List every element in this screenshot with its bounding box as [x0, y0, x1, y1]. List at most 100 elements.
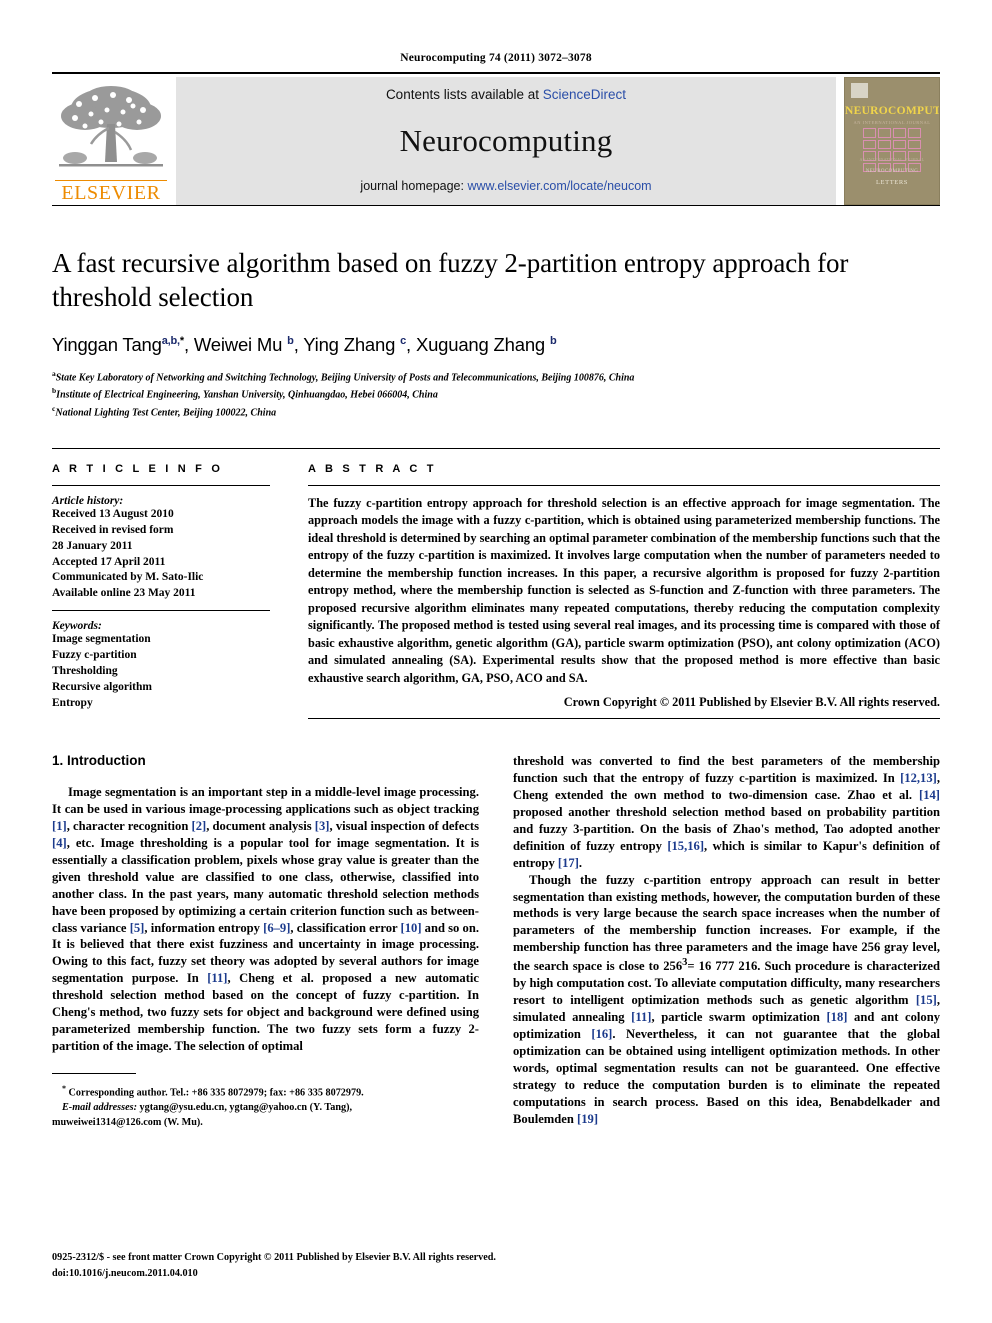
affiliation-item: bInstitute of Electrical Engineering, Ya… — [52, 385, 940, 402]
footer-issn-line: 0925-2312/$ - see front matter Crown Cop… — [52, 1252, 496, 1264]
abstract-heading: A B S T R A C T — [308, 463, 437, 476]
body-columns: 1. Introduction Image segmentation is an… — [52, 753, 940, 1131]
author-affil-mark: c — [400, 334, 407, 347]
page-footer: 0925-2312/$ - see front matter Crown Cop… — [52, 1250, 940, 1281]
citation-ref[interactable]: [12,13] — [900, 771, 937, 785]
cover-grid-graphic — [863, 128, 921, 172]
author-affil-mark: a,b, — [161, 334, 180, 347]
paragraph-fragment: . — [578, 855, 583, 870]
affiliation-item: aState Key Laboratory of Networking and … — [52, 368, 940, 385]
citation-ref[interactable]: [17] — [558, 856, 579, 870]
info-abstract-section: A R T I C L E I N F O Article history: R… — [52, 448, 940, 719]
paragraph-fragment: , visual inspection of defects — [329, 818, 479, 833]
paragraph-fragment: threshold was converted to find the best… — [513, 754, 940, 785]
cover-subtitle: AN INTERNATIONAL JOURNAL — [853, 120, 931, 125]
title-block: A fast recursive algorithm based on fuzz… — [52, 246, 940, 420]
keyword-item: Thresholding — [52, 664, 118, 677]
abstract-text: The fuzzy c-partition entropy approach f… — [308, 496, 940, 685]
footer-doi-line[interactable]: doi:10.1016/j.neucom.2011.04.010 — [52, 1266, 940, 1281]
affiliation-text: Institute of Electrical Engineering, Yan… — [56, 389, 438, 401]
section-heading-introduction: 1. Introduction — [52, 753, 146, 768]
cover-title: NEUROCOMPUTING — [845, 105, 939, 117]
citation-ref[interactable]: [6–9] — [263, 921, 290, 935]
footnote-emails-line2[interactable]: muweiwei1314@126.com (W. Mu). — [52, 1116, 479, 1131]
article-history-item: Received 13 August 2010 — [52, 508, 174, 521]
paragraph-fragment: Image segmentation is an important step … — [52, 785, 479, 816]
author-affil-mark: b — [287, 334, 294, 347]
footnote-corresponding-author: * Corresponding author. Tel.: +86 335 80… — [52, 1077, 479, 1101]
citation-ref[interactable]: [4] — [52, 836, 67, 850]
footnote-text: Corresponding author. Tel.: +86 335 8072… — [68, 1087, 364, 1099]
cover-footer-line-2: LETTERS — [875, 179, 908, 186]
citation-ref[interactable]: [10] — [401, 921, 422, 935]
citation-ref[interactable]: [15,16] — [667, 839, 704, 853]
cover-footer-line-1: NEUROCOMPUTING — [865, 169, 919, 174]
citation-ref[interactable]: [16] — [591, 1027, 612, 1041]
affiliation-item: cNational Lighting Test Center, Beijing … — [52, 403, 940, 420]
elsevier-wordmark: ELSEVIER — [55, 180, 167, 205]
running-head: Neurocomputing 74 (2011) 3072–3078 — [400, 52, 592, 64]
article-history-block: Article history: Received 13 August 2010… — [52, 495, 270, 610]
paragraph-fragment: , document analysis — [206, 818, 315, 833]
citation-ref[interactable]: [11] — [207, 971, 227, 985]
corresponding-author-mark: * — [179, 334, 184, 347]
article-info-column: A R T I C L E I N F O Article history: R… — [52, 463, 292, 719]
article-history-item: Accepted 17 April 2011 — [52, 555, 166, 568]
keyword-item: Entropy — [52, 696, 93, 709]
author-name: Xuguang Zhang — [415, 334, 546, 356]
journal-homepage-line: journal homepage: www.elsevier.com/locat… — [360, 179, 651, 193]
cover-section-label: AN INTERNATIONAL JOURNAL — [859, 157, 925, 162]
article-history-item: Communicated by M. Sato-Ilic — [52, 571, 204, 584]
citation-ref[interactable]: [19] — [577, 1112, 598, 1126]
keywords-top-rule — [52, 610, 270, 612]
paragraph-intro-right-2: Though the fuzzy c-partition entropy app… — [513, 872, 940, 1128]
author-name: Ying Zhang — [303, 334, 396, 356]
paragraph-fragment: , particle swarm optimization — [651, 1010, 827, 1025]
keywords-block: Keywords: Image segmentation Fuzzy c-par… — [52, 620, 270, 711]
paragraph-fragment: , classification error — [290, 920, 401, 935]
body-column-left: 1. Introduction Image segmentation is an… — [52, 753, 479, 1131]
paragraph-fragment: , information entropy — [144, 920, 264, 935]
abstract-rule-bottom — [308, 718, 940, 719]
paragraph-intro-left: Image segmentation is an important step … — [52, 784, 479, 1055]
abstract-copyright: Crown Copyright © 2011 Published by Else… — [563, 695, 940, 709]
homepage-prefix: journal homepage: — [360, 179, 468, 193]
journal-homepage-link[interactable]: www.elsevier.com/locate/neucom — [467, 179, 651, 193]
keyword-item: Fuzzy c-partition — [52, 649, 137, 662]
footnote-star-icon: * — [62, 1084, 66, 1093]
footnote-email-text[interactable]: ygtang@ysu.edu.cn, ygtang@yahoo.cn (Y. T… — [137, 1102, 352, 1113]
paragraph-intro-right-1: threshold was converted to find the best… — [513, 753, 940, 872]
journal-banner: ELSEVIER Contents lists available at Sci… — [52, 72, 940, 205]
citation-ref[interactable]: [18] — [826, 1010, 847, 1024]
elsevier-logo: ELSEVIER — [52, 77, 170, 205]
paper-page: Neurocomputing 74 (2011) 3072–3078 ELSEV… — [0, 0, 992, 1323]
journal-name: Neurocomputing — [399, 122, 613, 158]
citation-ref[interactable]: [5] — [130, 921, 145, 935]
citation-ref[interactable]: [3] — [315, 819, 330, 833]
citation-ref[interactable]: [15] — [916, 993, 937, 1007]
cover-elsevier-mark-icon — [851, 83, 868, 98]
author-affil-mark: b — [549, 334, 557, 347]
citation-ref[interactable]: [1] — [52, 819, 67, 833]
contents-available-line: Contents lists available at ScienceDirec… — [386, 87, 626, 102]
abstract-column: A B S T R A C T The fuzzy c-partition en… — [292, 463, 940, 719]
article-history-item: Available online 23 May 2011 — [52, 587, 196, 600]
affiliation-list: aState Key Laboratory of Networking and … — [52, 368, 940, 420]
keywords-label: Keywords: — [52, 620, 102, 633]
article-history-item: 28 January 2011 — [52, 539, 133, 552]
keyword-item: Recursive algorithm — [52, 680, 152, 693]
citation-ref[interactable]: [2] — [192, 819, 207, 833]
article-info-rule — [52, 485, 270, 487]
citation-ref[interactable]: [11] — [631, 1010, 651, 1024]
citation-ref[interactable]: [14] — [919, 788, 940, 802]
article-history-item: Received in revised form — [52, 523, 174, 536]
elsevier-tree-icon — [59, 86, 163, 167]
article-info-heading: A R T I C L E I N F O — [52, 463, 224, 476]
author-name: Yinggan Tang — [52, 334, 162, 356]
banner-center: Contents lists available at ScienceDirec… — [176, 77, 836, 205]
sciencedirect-link[interactable]: ScienceDirect — [543, 87, 626, 102]
affiliation-text: National Lighting Test Center, Beijing 1… — [55, 407, 277, 419]
body-column-right: threshold was converted to find the best… — [513, 753, 940, 1131]
keyword-item: Image segmentation — [52, 633, 151, 646]
paragraph-fragment: , character recognition — [66, 818, 192, 833]
